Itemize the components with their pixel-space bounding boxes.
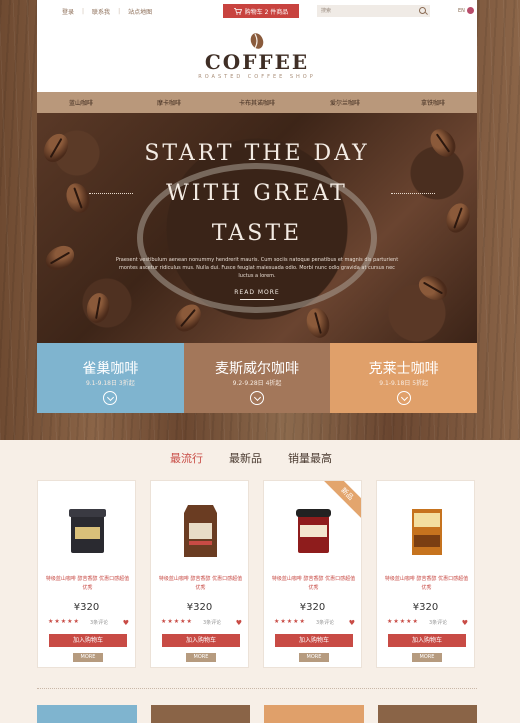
promo-tile-nescafe[interactable]: 雀巢咖啡 9.1-9.18日 3折起	[37, 343, 184, 413]
product-price: ¥320	[299, 602, 326, 613]
bottom-tiles	[37, 705, 477, 723]
promo-date: 9.1-9.18日 5折起	[379, 380, 429, 387]
star-rating: ★★★★★	[161, 618, 193, 625]
product-card[interactable]: 特级蓝山咖啡 醇苦香醇 优惠口感超值优秀 ¥320 ★★★★★ 3条评论 ♥ 加…	[376, 480, 475, 668]
nav-item-blue-mountain[interactable]: 蓝山咖啡	[37, 98, 125, 107]
add-to-cart-button[interactable]: 加入购物车	[388, 634, 466, 647]
promo-title: 克莱士咖啡	[368, 361, 439, 377]
read-more-underline	[240, 299, 274, 300]
nav-item-cappuccino[interactable]: 卡布其诺咖啡	[213, 98, 301, 107]
product-card[interactable]: 新品 特级蓝山咖啡 醇苦香醇 优惠口感超值优秀 ¥320 ★★★★★ 3条评论 …	[263, 480, 362, 668]
promo-title: 雀巢咖啡	[82, 361, 139, 377]
more-button[interactable]: MORE	[412, 653, 442, 662]
review-count[interactable]: 3条评论	[429, 619, 447, 626]
heart-icon[interactable]: ♥	[123, 619, 129, 627]
product-tabs: 最流行 最新品 销量最高	[170, 450, 332, 466]
bottom-tile[interactable]	[37, 705, 137, 723]
more-button[interactable]: MORE	[186, 653, 216, 662]
separator: |	[82, 8, 85, 15]
main-nav: 蓝山咖啡 摩卡咖啡 卡布其诺咖啡 爱尔兰咖啡 拿铁咖啡	[37, 92, 477, 113]
product-image	[296, 509, 331, 553]
coffee-bean-image	[169, 299, 207, 337]
chevron-down-icon	[466, 7, 474, 14]
review-count[interactable]: 3条评论	[316, 619, 334, 626]
language-label: EN	[458, 7, 465, 14]
coffee-bean-image	[84, 291, 112, 325]
add-to-cart-button[interactable]: 加入购物车	[162, 634, 240, 647]
product-name[interactable]: 特级蓝山咖啡 醇苦香醇 优惠口感超值优秀	[270, 575, 357, 593]
coffee-bean-icon	[250, 33, 264, 49]
logo-band: COFFEE ROASTED COFFEE SHOP	[37, 22, 477, 92]
divider-right	[391, 193, 435, 194]
promo-title: 麦斯威尔咖啡	[215, 361, 299, 377]
product-image	[412, 509, 442, 555]
tab-new[interactable]: 最新品	[229, 450, 262, 466]
heart-icon[interactable]: ♥	[462, 619, 468, 627]
divider-left	[89, 193, 133, 194]
product-image	[69, 509, 106, 553]
review-count[interactable]: 3条评论	[203, 619, 221, 626]
top-links: 登录 | 联系我 | 站点地图	[62, 7, 152, 16]
promo-tiles: 雀巢咖啡 9.1-9.18日 3折起 麦斯威尔咖啡 9.2-9.28日 4折起 …	[37, 343, 478, 413]
product-name[interactable]: 特级蓝山咖啡 醇苦香醇 优惠口感超值优秀	[157, 575, 244, 593]
add-to-cart-button[interactable]: 加入购物车	[275, 634, 353, 647]
bottom-tile[interactable]	[264, 705, 364, 723]
promo-date: 9.1-9.18日 3折起	[85, 380, 135, 387]
cart-button[interactable]: 购物车 2 件商品	[223, 4, 299, 18]
product-image	[184, 505, 217, 557]
promo-tile-maxwell[interactable]: 麦斯威尔咖啡 9.2-9.28日 4折起	[183, 343, 331, 413]
chevron-down-icon[interactable]	[250, 391, 264, 405]
cart-label: 购物车 2 件商品	[244, 8, 289, 16]
bottom-tile[interactable]	[150, 705, 250, 723]
coffee-bean-image	[41, 240, 79, 276]
nav-item-latte[interactable]: 拿铁咖啡	[389, 98, 477, 107]
sitemap-link[interactable]: 站点地图	[128, 7, 152, 16]
star-rating: ★★★★★	[387, 618, 419, 625]
hero-body-text: Praesent vestibulum aenean nonummy hendr…	[115, 257, 399, 279]
product-price: ¥320	[73, 602, 100, 613]
nav-item-irish[interactable]: 爱尔兰咖啡	[301, 98, 389, 107]
chevron-down-icon[interactable]	[396, 391, 411, 405]
chevron-down-icon[interactable]	[103, 391, 118, 405]
bottom-tile[interactable]	[377, 705, 477, 723]
product-name[interactable]: 特级蓝山咖啡 醇苦香醇 优惠口感超值优秀	[44, 575, 131, 593]
read-more-link[interactable]: READ MORE	[37, 289, 477, 296]
search-placeholder: 搜索	[321, 8, 332, 14]
hero-headline-3: TASTE	[211, 221, 303, 246]
logo-title[interactable]: COFFEE	[37, 50, 477, 74]
add-to-cart-button[interactable]: 加入购物车	[49, 634, 127, 647]
star-rating: ★★★★★	[274, 618, 306, 625]
tab-bestseller[interactable]: 销量最高	[288, 450, 332, 466]
product-list: 特级蓝山咖啡 醇苦香醇 优惠口感超值优秀 ¥320 ★★★★★ 3条评论 ♥ 加…	[37, 480, 477, 670]
search-icon[interactable]	[419, 7, 426, 14]
product-name[interactable]: 特级蓝山咖啡 醇苦香醇 优惠口感超值优秀	[383, 575, 470, 593]
logo-subtitle: ROASTED COFFEE SHOP	[198, 74, 316, 80]
hero-banner: START THE DAY WITH GREAT TASTE Praesent …	[37, 113, 477, 343]
section-divider	[37, 688, 477, 689]
product-card[interactable]: 特级蓝山咖啡 醇苦香醇 优惠口感超值优秀 ¥320 ★★★★★ 3条评论 ♥ 加…	[150, 480, 249, 668]
hero-headline-1: START THE DAY	[144, 141, 370, 166]
review-count[interactable]: 3条评论	[90, 619, 108, 626]
more-button[interactable]: MORE	[73, 653, 103, 662]
search-input[interactable]: 搜索	[317, 5, 430, 17]
coffee-bean-image	[414, 270, 452, 306]
top-bar: 登录 | 联系我 | 站点地图 购物车 2 件商品 搜索 EN	[37, 0, 477, 22]
tab-popular[interactable]: 最流行	[170, 450, 203, 466]
language-selector[interactable]: EN	[458, 7, 474, 14]
heart-icon[interactable]: ♥	[236, 619, 242, 627]
promo-tile-krauss[interactable]: 克莱士咖啡 9.1-9.18日 5折起	[330, 343, 478, 413]
star-rating: ★★★★★	[48, 618, 80, 625]
separator: |	[118, 8, 121, 15]
coffee-bean-image	[303, 305, 333, 341]
product-price: ¥320	[186, 602, 213, 613]
product-card[interactable]: 特级蓝山咖啡 醇苦香醇 优惠口感超值优秀 ¥320 ★★★★★ 3条评论 ♥ 加…	[37, 480, 136, 668]
contact-link[interactable]: 联系我	[92, 7, 110, 16]
product-price: ¥320	[412, 602, 439, 613]
login-link[interactable]: 登录	[62, 7, 74, 16]
more-button[interactable]: MORE	[299, 653, 329, 662]
cart-icon	[233, 7, 242, 15]
heart-icon[interactable]: ♥	[349, 619, 355, 627]
promo-date: 9.2-9.28日 4折起	[232, 380, 282, 387]
nav-item-mocha[interactable]: 摩卡咖啡	[125, 98, 213, 107]
